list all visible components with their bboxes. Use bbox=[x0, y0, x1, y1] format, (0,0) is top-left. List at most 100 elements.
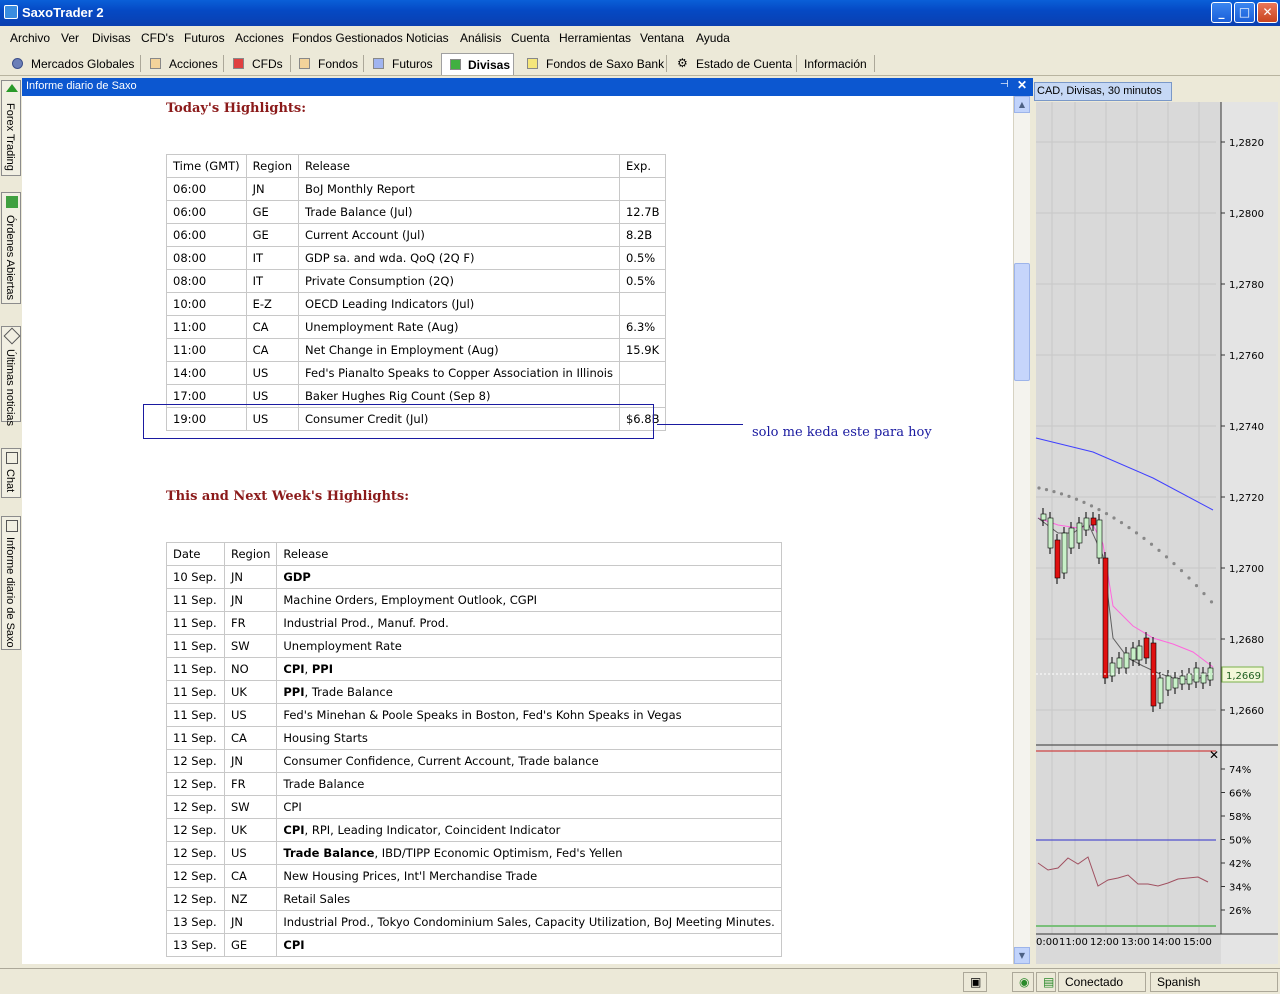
column-header: Exp. bbox=[618, 154, 667, 178]
candle-body bbox=[1090, 517, 1097, 526]
side-tab-informe-diario[interactable]: Informe diario de Saxo bbox=[1, 516, 21, 650]
scroll-down-button[interactable]: ▼ bbox=[1014, 947, 1030, 964]
table-cell: GE bbox=[245, 223, 300, 247]
table-row: 11 Sep. CA Housing Starts bbox=[166, 726, 782, 750]
week-heading: This and Next Week's Highlights: bbox=[166, 489, 410, 504]
price-tick-label: 1,2660 bbox=[1229, 706, 1264, 717]
time-tick-label: 0:00 bbox=[1036, 937, 1058, 948]
table-cell: UK bbox=[223, 818, 278, 842]
table-cell: Consumer Confidence, Current Account, Tr… bbox=[276, 749, 782, 773]
tab-estado-de-cuenta[interactable]: ⚙ Estado de Cuenta bbox=[677, 53, 792, 75]
highlight-box bbox=[143, 404, 654, 439]
dotted-ma-point bbox=[1104, 512, 1109, 516]
dotted-ma-point bbox=[1202, 592, 1206, 596]
table-row: 06:00 GE Trade Balance (Jul) 12.7B bbox=[166, 200, 667, 224]
table-row: 11:00 CA Net Change in Employment (Aug) 15.… bbox=[166, 338, 667, 362]
dotted-ma-point bbox=[1134, 531, 1139, 535]
dotted-ma-point bbox=[1112, 516, 1116, 520]
table-row: 11 Sep. FR Industrial Prod., Manuf. Prod. bbox=[166, 611, 782, 635]
forex-icon bbox=[6, 84, 18, 92]
tab-fondos[interactable]: Fondos bbox=[299, 53, 364, 75]
table-cell: 10 Sep. bbox=[166, 565, 225, 589]
table-row: 13 Sep. GE CPI bbox=[166, 933, 782, 957]
candle-body bbox=[1193, 667, 1200, 683]
report-scrollbar[interactable]: ▲ ▼ bbox=[1013, 96, 1030, 964]
table-cell: UK bbox=[223, 680, 278, 704]
column-header: Release bbox=[298, 154, 620, 178]
menu-fondos-gestionados[interactable]: Fondos Gestionados bbox=[292, 31, 403, 45]
menu-futuros[interactable]: Futuros bbox=[184, 31, 225, 45]
side-tab-forex-trading[interactable]: Forex Trading bbox=[1, 80, 21, 176]
tab-futuros[interactable]: Futuros bbox=[373, 53, 438, 75]
table-cell: CPI, RPI, Leading Indicator, Coincident … bbox=[276, 818, 782, 842]
price-chart[interactable]: 1,2820 1,2800 1,2780 1,2760 1,2740 1,2720 1,27… bbox=[1033, 78, 1280, 964]
side-tab-ultimas-noticias[interactable]: Últimas noticias bbox=[1, 326, 21, 426]
stocks-icon bbox=[150, 58, 161, 69]
menu-cuenta[interactable]: Cuenta bbox=[511, 31, 550, 45]
table-cell: 12.7B bbox=[618, 200, 667, 224]
table-header-row: Time (GMT) Region Release Exp. bbox=[166, 154, 667, 178]
table-cell: GDP sa. and wda. QoQ (2Q F) bbox=[298, 246, 620, 270]
table-cell: 12 Sep. bbox=[166, 841, 225, 865]
menu-ventana[interactable]: Ventana bbox=[640, 31, 684, 45]
side-tab-ordenes-abiertas[interactable]: Órdenes Abiertas bbox=[1, 192, 21, 304]
maximize-button[interactable]: □ bbox=[1234, 2, 1255, 23]
table-cell: FR bbox=[223, 611, 278, 635]
product-tab-bar: Mercados Globales Acciones CFDs Fondos F… bbox=[0, 51, 1280, 76]
menu-acciones[interactable]: Acciones bbox=[235, 31, 284, 45]
tab-mercados-globales[interactable]: Mercados Globales bbox=[12, 53, 137, 75]
table-cell: Fed's Minehan & Poole Speaks in Boston, … bbox=[276, 703, 782, 727]
table-cell: 11 Sep. bbox=[166, 634, 225, 658]
candle-body bbox=[1143, 637, 1150, 659]
menu-divisas[interactable]: Divisas bbox=[92, 31, 131, 45]
menu-herramientas[interactable]: Herramientas bbox=[559, 31, 631, 45]
tab-cfds[interactable]: CFDs bbox=[233, 53, 288, 75]
funds-icon bbox=[299, 58, 310, 69]
tab-informacion[interactable]: Información bbox=[804, 53, 874, 75]
minimize-button[interactable]: _ bbox=[1211, 2, 1232, 23]
menu-cfds[interactable]: CFD's bbox=[141, 31, 174, 45]
column-header: Date bbox=[166, 542, 225, 566]
window-title: SaxoTrader 2 bbox=[22, 5, 104, 20]
table-cell: 12 Sep. bbox=[166, 887, 225, 911]
side-tab-chat[interactable]: Chat bbox=[1, 448, 21, 498]
report-close-button[interactable]: ✕ bbox=[1017, 78, 1027, 92]
dotted-ma-point bbox=[1119, 521, 1124, 525]
table-cell: Trade Balance (Jul) bbox=[298, 200, 620, 224]
dotted-ma-point bbox=[1179, 569, 1184, 573]
table-cell: 0.5% bbox=[618, 269, 667, 293]
candle-body bbox=[1047, 517, 1054, 549]
table-cell: Machine Orders, Employment Outlook, CGPI bbox=[276, 588, 782, 612]
scroll-thumb[interactable] bbox=[1014, 263, 1030, 381]
close-button[interactable]: ✕ bbox=[1257, 2, 1278, 23]
table-cell: 12 Sep. bbox=[166, 795, 225, 819]
menu-ayuda[interactable]: Ayuda bbox=[696, 31, 730, 45]
table-cell: 14:00 bbox=[166, 361, 247, 385]
tab-divisas[interactable]: Divisas bbox=[441, 53, 514, 75]
menu-ver[interactable]: Ver bbox=[61, 31, 79, 45]
menu-archivo[interactable]: Archivo bbox=[10, 31, 50, 45]
table-cell: 13 Sep. bbox=[166, 910, 225, 934]
pin-icon[interactable]: ⊣ bbox=[1000, 79, 1009, 90]
candle-body bbox=[1157, 677, 1164, 704]
tab-fondos-saxo-bank[interactable]: Fondos de Saxo Bank bbox=[527, 53, 664, 75]
tab-acciones[interactable]: Acciones bbox=[150, 53, 220, 75]
indicator-close-icon[interactable]: ✕ bbox=[1209, 748, 1219, 762]
menu-analisis[interactable]: Análisis bbox=[460, 31, 501, 45]
candle-body bbox=[1123, 652, 1130, 669]
table-cell: CPI bbox=[276, 933, 782, 957]
table-cell: 08:00 bbox=[166, 269, 247, 293]
candle-body bbox=[1083, 517, 1090, 531]
scroll-up-button[interactable]: ▲ bbox=[1014, 96, 1030, 113]
table-cell: 15.9K bbox=[618, 338, 667, 362]
price-tick-label: 1,2820 bbox=[1229, 138, 1264, 149]
menu-noticias[interactable]: Noticias bbox=[406, 31, 449, 45]
table-cell: 11:00 bbox=[166, 315, 247, 339]
dotted-ma-point bbox=[1037, 486, 1041, 490]
dotted-ma-point bbox=[1194, 584, 1199, 588]
indicator-tick-label: 66% bbox=[1229, 789, 1251, 800]
language-status: Spanish bbox=[1150, 972, 1278, 992]
table-cell: 06:00 bbox=[166, 177, 247, 201]
table-header-row: Date Region Release bbox=[166, 542, 782, 566]
indicator-tick-label: 26% bbox=[1229, 906, 1251, 917]
